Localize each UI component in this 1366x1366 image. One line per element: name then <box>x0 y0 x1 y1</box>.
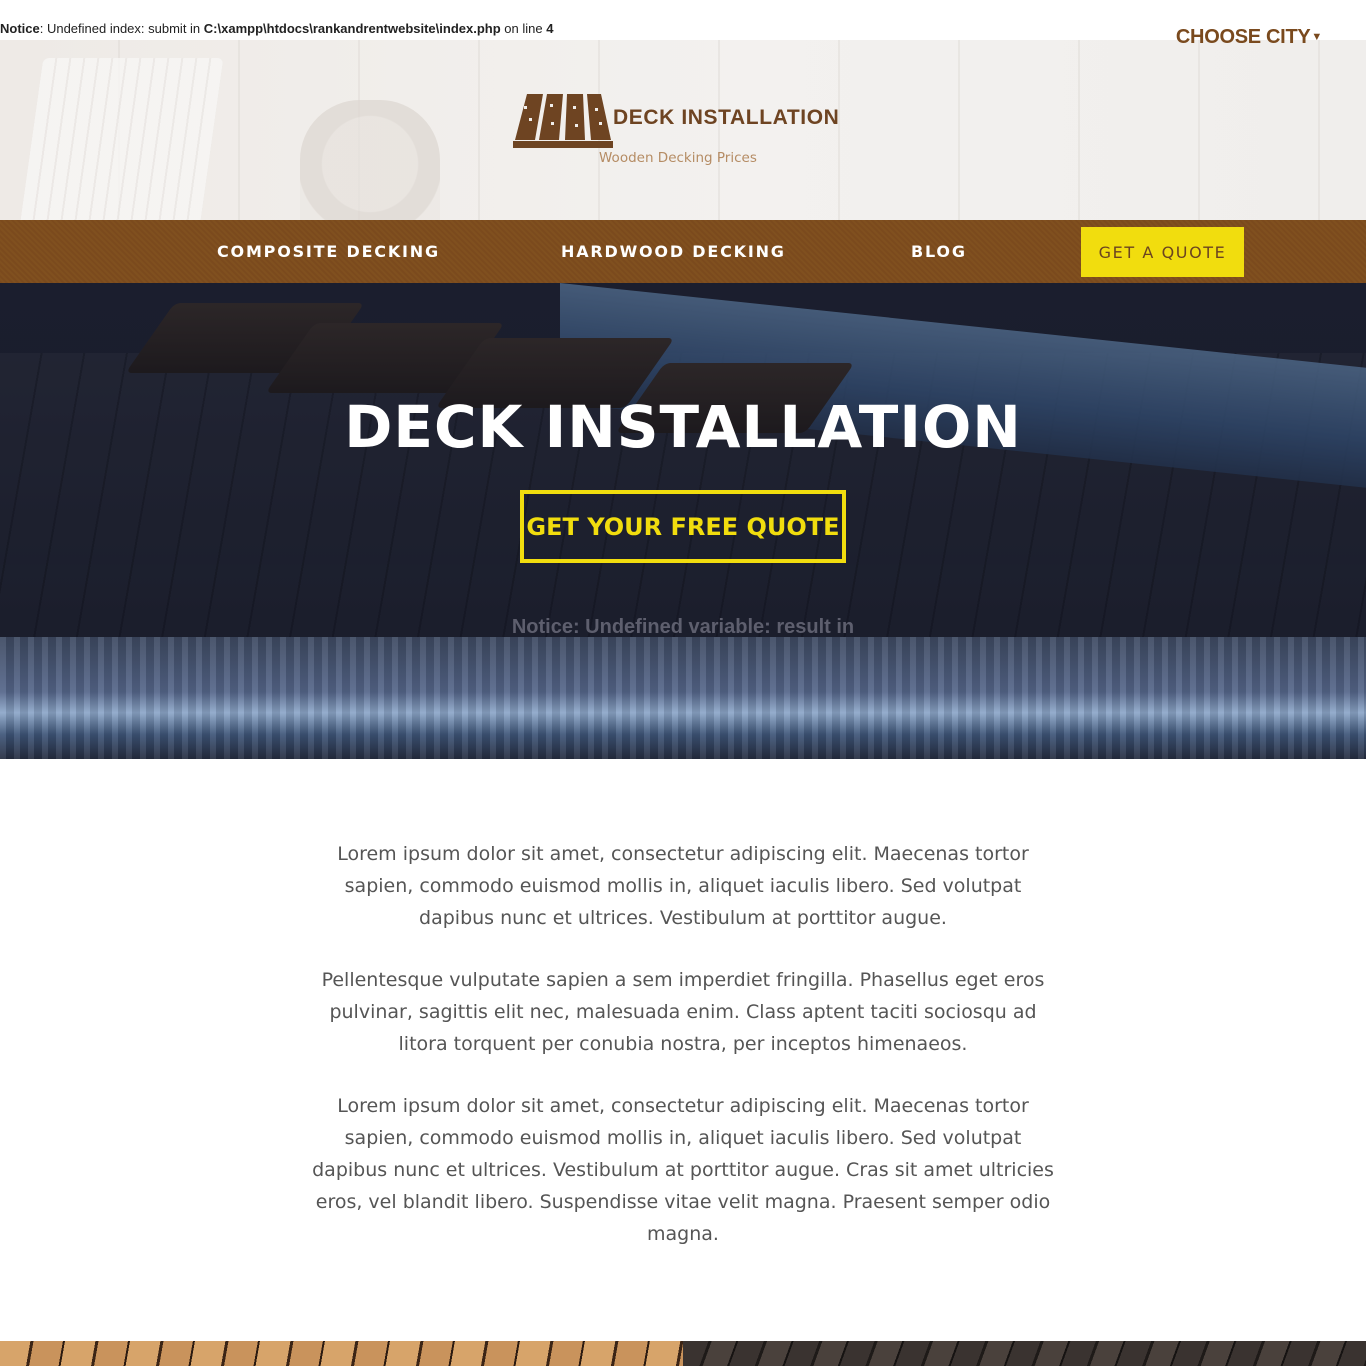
notice-text-line: on line <box>500 21 547 36</box>
nav-item-hardwood-decking[interactable]: HARDWOOD DECKING <box>561 220 786 283</box>
choose-city-label: CHOOSE CITY <box>1175 26 1311 48</box>
choose-city-dropdown[interactable]: CHOOSE CITY▼ <box>1176 26 1322 49</box>
brand-tagline: Wooden Decking Prices <box>599 150 757 166</box>
get-a-quote-button[interactable]: GET A QUOTE <box>1081 227 1244 277</box>
caret-down-icon: ▼ <box>1311 31 1322 43</box>
brand-name[interactable]: DECK INSTALLATION <box>613 106 839 130</box>
notice-text: : Undefined index: submit in <box>39 21 204 36</box>
site-header <box>0 40 1366 220</box>
notice-path: C:\xampp\htdocs\rankandrentwebsite\index… <box>203 21 501 36</box>
php-notice: Notice: Undefined index: submit in C:\xa… <box>0 21 553 39</box>
hero-php-notice: Notice: Undefined variable: result in <box>511 616 855 638</box>
hero-city-skyline <box>0 637 1366 759</box>
notice-line-number: 4 <box>546 21 554 36</box>
composite-decking-image[interactable] <box>0 1341 683 1366</box>
intro-paragraph: Pellentesque vulputate sapien a sem impe… <box>321 969 1045 1055</box>
free-quote-button[interactable]: GET YOUR FREE QUOTE <box>520 490 846 563</box>
nav-item-blog[interactable]: BLOG <box>911 220 967 283</box>
deck-planks-icon[interactable] <box>513 92 613 150</box>
hardwood-decking-image[interactable] <box>683 1341 1366 1366</box>
header-background-chair <box>16 58 224 220</box>
intro-paragraph: Lorem ipsum dolor sit amet, consectetur … <box>337 843 1029 929</box>
notice-label: Notice <box>0 21 40 36</box>
hero-section: DECK INSTALLATION GET YOUR FREE QUOTE No… <box>0 283 1366 759</box>
intro-paragraph: Lorem ipsum dolor sit amet, consectetur … <box>312 1095 1054 1245</box>
header-background-hat <box>300 100 440 220</box>
intro-content: Lorem ipsum dolor sit amet, consectetur … <box>310 838 1056 1280</box>
hero-title: DECK INSTALLATION <box>344 393 1022 461</box>
nav-item-composite-decking[interactable]: COMPOSITE DECKING <box>217 220 440 283</box>
